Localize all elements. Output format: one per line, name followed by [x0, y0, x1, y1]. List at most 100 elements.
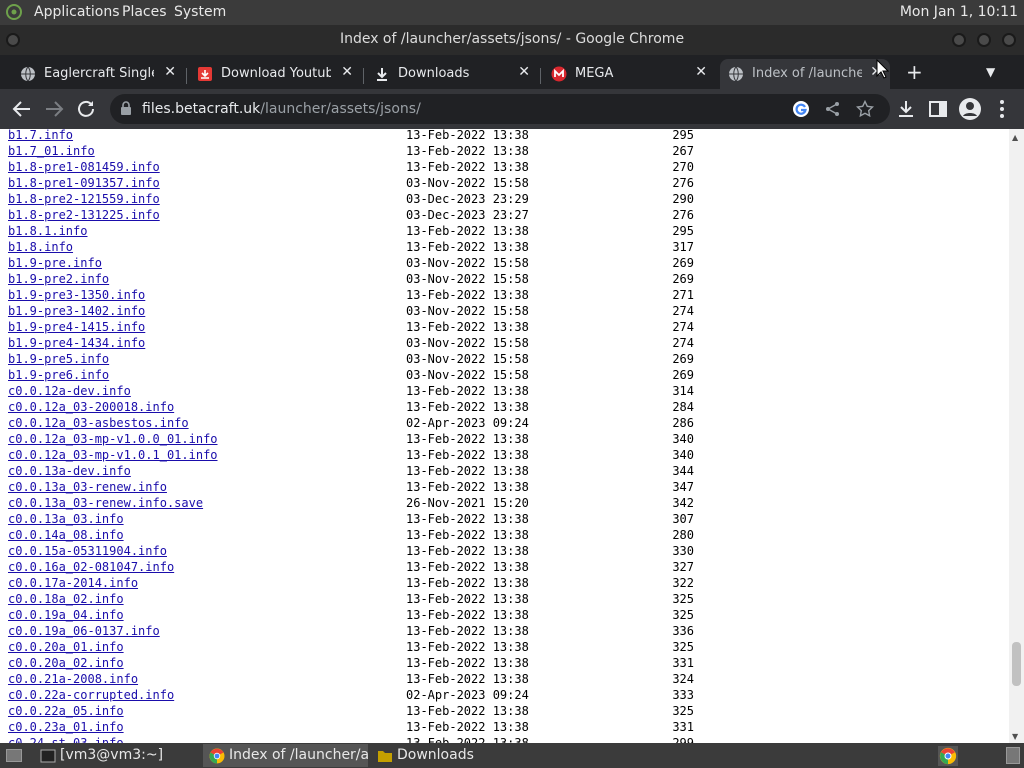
tab-mega[interactable]: MEGA ✕ [543, 59, 715, 89]
file-link[interactable]: c0.0.12a_03-mp-v1.0.1_01.info [8, 447, 218, 463]
file-link[interactable]: b1.8.1.info [8, 223, 87, 239]
tab-separator [540, 68, 541, 84]
listing-row: c0.0.23a_01.info 13-Feb-2022 13:38 331 [8, 719, 708, 735]
tab-downloads[interactable]: Downloads ✕ [366, 59, 538, 89]
tab-label: Download Youtube [221, 66, 331, 81]
downloads-icon[interactable] [894, 97, 918, 121]
side-panel-icon[interactable] [926, 97, 950, 121]
scroll-thumb[interactable] [1012, 641, 1021, 686]
mouse-cursor-icon [876, 59, 890, 79]
reload-icon[interactable] [74, 97, 98, 121]
file-size: 284 [672, 400, 694, 414]
applications-menu[interactable]: Applications [34, 4, 120, 20]
scrollbar[interactable]: ▲ ▼ [1009, 129, 1024, 743]
clock[interactable]: Mon Jan 1, 10:11 [900, 4, 1018, 20]
file-date: 13-Feb-2022 13:38 [406, 160, 529, 174]
file-link[interactable]: c0.0.14a_08.info [8, 527, 124, 543]
close-window-icon[interactable] [1002, 33, 1016, 47]
listing-row: b1.9-pre4-1415.info 13-Feb-2022 13:38 274 [8, 319, 708, 335]
bookmark-star-icon[interactable] [856, 100, 874, 118]
listing-row: c0.0.12a_03-mp-v1.0.1_01.info 13-Feb-2022… [8, 447, 708, 463]
file-link[interactable]: b1.9-pre6.info [8, 367, 109, 383]
chevron-down-icon[interactable]: ▼ [986, 65, 995, 79]
file-date: 13-Feb-2022 13:38 [406, 320, 529, 334]
file-link[interactable]: c0.0.19a_04.info [8, 607, 124, 623]
file-link[interactable]: b1.9-pre3-1350.info [8, 287, 145, 303]
file-link[interactable]: b1.7_01.info [8, 143, 95, 159]
scroll-down-icon[interactable]: ▼ [1012, 732, 1018, 741]
page-content[interactable]: b1.7.info 13-Feb-2022 13:38 295 b1.7_01.inf… [0, 129, 1024, 743]
file-link[interactable]: b1.9-pre.info [8, 255, 102, 271]
scroll-up-icon[interactable]: ▲ [1012, 133, 1018, 142]
file-link[interactable]: c0.0.23a_01.info [8, 719, 124, 735]
tab-download-youtube[interactable]: Download Youtube ✕ [189, 59, 361, 89]
file-link[interactable]: c0.0.12a_03-asbestos.info [8, 415, 189, 431]
listing-row: c0.0.22a_05.info 13-Feb-2022 13:38 325 [8, 703, 708, 719]
file-link[interactable]: c0.0.20a_02.info [8, 655, 124, 671]
file-link[interactable]: b1.8-pre1-091357.info [8, 175, 160, 191]
address-bar[interactable]: files.betacraft.uk/launcher/assets/jsons… [110, 94, 890, 124]
places-menu[interactable]: Places [122, 4, 167, 20]
task-terminal[interactable]: [vm3@vm3:~] [34, 744, 199, 767]
close-icon[interactable]: ✕ [164, 64, 176, 80]
file-link[interactable]: c0.0.13a_03-renew.info.save [8, 495, 203, 511]
file-link[interactable]: c0.0.17a-2014.info [8, 575, 138, 591]
file-size: 336 [672, 624, 694, 638]
file-link[interactable]: c0.0.15a-05311904.info [8, 543, 167, 559]
show-desktop-icon[interactable] [6, 749, 22, 762]
workspace-switcher[interactable] [1006, 747, 1020, 764]
maximize-icon[interactable] [977, 33, 991, 47]
file-link[interactable]: c0.0.13a_03.info [8, 511, 124, 527]
file-size: 295 [672, 224, 694, 238]
back-arrow-icon[interactable] [10, 97, 34, 121]
close-icon[interactable]: ✕ [695, 64, 707, 80]
file-link[interactable]: c0.0.13a-dev.info [8, 463, 131, 479]
window-titlebar[interactable]: Index of /launcher/assets/jsons/ - Googl… [0, 25, 1024, 55]
file-size: 347 [672, 480, 694, 494]
file-link[interactable]: b1.9-pre3-1402.info [8, 303, 145, 319]
system-menu[interactable]: System [174, 4, 226, 20]
file-link[interactable]: b1.9-pre4-1415.info [8, 319, 145, 335]
share-icon[interactable] [824, 100, 842, 118]
close-icon[interactable]: ✕ [341, 64, 353, 80]
url-text[interactable]: files.betacraft.uk/launcher/assets/jsons… [142, 101, 421, 117]
close-icon[interactable]: ✕ [518, 64, 530, 80]
file-link[interactable]: b1.9-pre2.info [8, 271, 109, 287]
file-link[interactable]: c0.24_st_03.info [8, 735, 124, 743]
lock-icon[interactable] [120, 101, 132, 115]
tab-index-of-launcher[interactable]: Index of /launcher/ ✕ [720, 59, 890, 89]
file-link[interactable]: b1.9-pre4-1434.info [8, 335, 145, 351]
file-link[interactable]: c0.0.12a-dev.info [8, 383, 131, 399]
file-link[interactable]: c0.0.20a_01.info [8, 639, 124, 655]
task-downloads-folder[interactable]: Downloads [371, 744, 536, 767]
minimize-icon[interactable] [952, 33, 966, 47]
file-link[interactable]: b1.8.info [8, 239, 73, 255]
file-link[interactable]: c0.0.22a_05.info [8, 703, 124, 719]
profile-avatar-icon[interactable] [958, 97, 982, 121]
url-path: /launcher/assets/jsons/ [260, 101, 421, 117]
file-link[interactable]: b1.8-pre1-081459.info [8, 159, 160, 175]
file-link[interactable]: c0.0.13a_03-renew.info [8, 479, 167, 495]
file-link[interactable]: b1.8-pre2-131225.info [8, 207, 160, 223]
more-menu-icon[interactable] [990, 97, 1014, 121]
file-size: 331 [672, 656, 694, 670]
file-link[interactable]: c0.0.21a-2008.info [8, 671, 138, 687]
file-link[interactable]: c0.0.12a_03-200018.info [8, 399, 174, 415]
task-chrome[interactable]: Index of /launcher/a... [203, 744, 368, 767]
file-link[interactable]: c0.0.12a_03-mp-v1.0.0_01.info [8, 431, 218, 447]
forward-arrow-icon[interactable] [42, 97, 66, 121]
file-link[interactable]: c0.0.22a-corrupted.info [8, 687, 174, 703]
file-link[interactable]: c0.0.19a_06-0137.info [8, 623, 160, 639]
new-tab-icon[interactable]: + [906, 60, 923, 84]
chrome-tray-icon[interactable] [938, 746, 958, 766]
file-link[interactable]: c0.0.16a_02-081047.info [8, 559, 174, 575]
tab-eaglercraft[interactable]: Eaglercraft Singlep ✕ [12, 59, 184, 89]
distro-logo-icon[interactable] [6, 4, 22, 20]
file-link[interactable]: b1.9-pre5.info [8, 351, 109, 367]
google-lens-icon[interactable] [792, 100, 810, 118]
file-link[interactable]: b1.8-pre2-121559.info [8, 191, 160, 207]
file-date: 03-Nov-2022 15:58 [406, 256, 529, 270]
file-size: 286 [672, 416, 694, 430]
file-link[interactable]: c0.0.18a_02.info [8, 591, 124, 607]
file-link[interactable]: b1.7.info [8, 129, 73, 143]
